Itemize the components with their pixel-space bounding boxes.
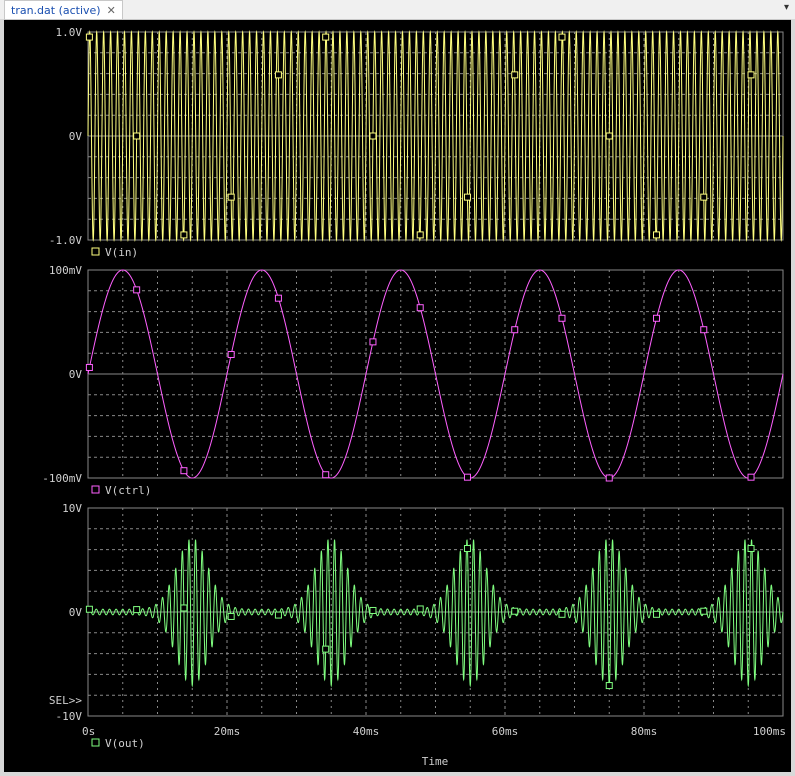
waveform-viewer-window: tran.dat (active) ✕ ▾ 1.0V 0V -1.0V V(in) 10… xyxy=(0,0,795,776)
window-frame xyxy=(0,19,795,776)
